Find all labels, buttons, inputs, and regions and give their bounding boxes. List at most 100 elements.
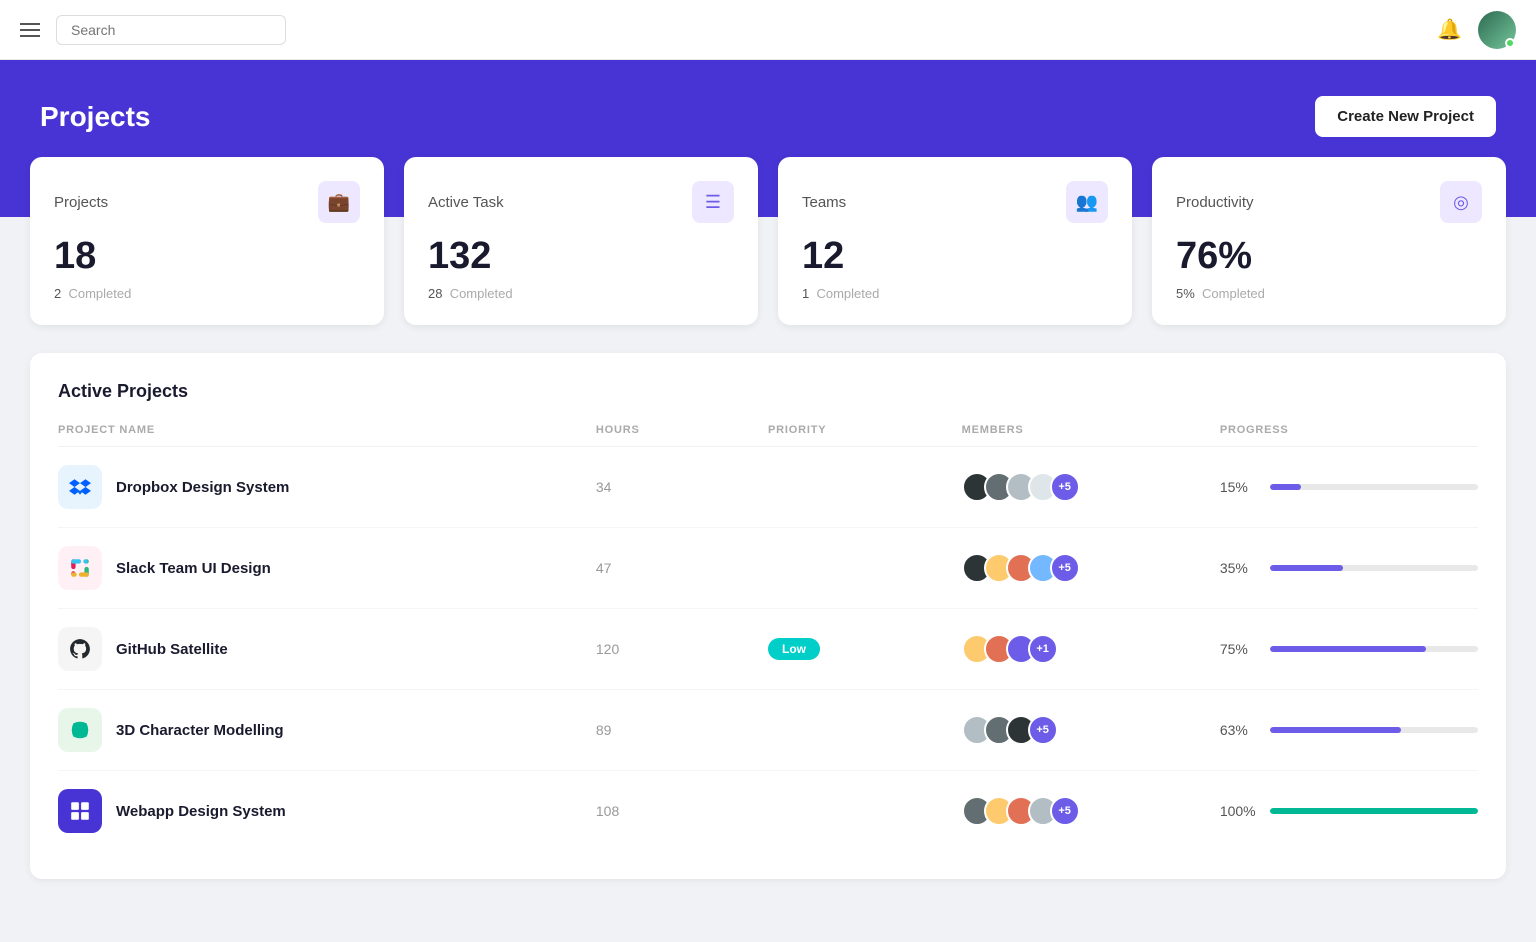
project-name: 3D Character Modelling	[116, 722, 284, 739]
stat-header: Teams 👥	[802, 181, 1108, 223]
table-row[interactable]: Slack Team UI Design 47 +5 35%	[58, 528, 1478, 609]
hours-cell: 34	[596, 479, 768, 495]
member-count-badge: +5	[1028, 715, 1058, 745]
stat-sub: 5% Completed	[1176, 286, 1482, 301]
stat-sub: 1 Completed	[802, 286, 1108, 301]
avatar[interactable]	[1478, 11, 1516, 49]
stats-section: Projects 💼 18 2 Completed Active Task ☰ …	[0, 157, 1536, 325]
stat-title: Productivity	[1176, 194, 1254, 211]
progress-bar-background	[1270, 727, 1478, 733]
project-icon-slack	[58, 546, 102, 590]
stat-icon-teams: 👥	[1066, 181, 1108, 223]
progress-cell: 35%	[1220, 560, 1478, 576]
search-input[interactable]	[56, 15, 286, 45]
table-row[interactable]: Dropbox Design System 34 +5 15%	[58, 447, 1478, 528]
progress-cell: 75%	[1220, 641, 1478, 657]
project-name: GitHub Satellite	[116, 641, 228, 658]
progress-bar-fill	[1270, 565, 1343, 571]
col-priority: PRIORITY	[768, 424, 962, 436]
col-members: MEMBERS	[962, 424, 1220, 436]
hours-cell: 89	[596, 722, 768, 738]
progress-bar-fill	[1270, 808, 1478, 814]
project-name: Dropbox Design System	[116, 479, 289, 496]
member-count-badge: +5	[1050, 472, 1080, 502]
progress-cell: 15%	[1220, 479, 1478, 495]
notification-bell-icon[interactable]: 🔔	[1437, 17, 1462, 42]
stat-sub: 28 Completed	[428, 286, 734, 301]
progress-cell: 63%	[1220, 722, 1478, 738]
progress-bar-fill	[1270, 484, 1301, 490]
active-projects-section: Active Projects PROJECT NAME HOURS PRIOR…	[30, 353, 1506, 879]
progress-percent: 75%	[1220, 641, 1258, 657]
nav-right: 🔔	[1437, 11, 1516, 49]
stat-header: Productivity ◎	[1176, 181, 1482, 223]
progress-cell: 100%	[1220, 803, 1478, 819]
project-name: Webapp Design System	[116, 803, 286, 820]
project-name-cell: Webapp Design System	[58, 789, 596, 833]
stat-card-projects: Projects 💼 18 2 Completed	[30, 157, 384, 325]
member-count-badge: +5	[1050, 796, 1080, 826]
member-avatars: +5	[962, 553, 1080, 583]
members-cell: +5	[962, 796, 1220, 826]
members-cell: +1	[962, 634, 1220, 664]
progress-percent: 63%	[1220, 722, 1258, 738]
members-cell: +5	[962, 553, 1220, 583]
project-icon-dropbox	[58, 465, 102, 509]
stat-value: 132	[428, 235, 734, 278]
stat-card-productivity: Productivity ◎ 76% 5% Completed	[1152, 157, 1506, 325]
table-row[interactable]: GitHub Satellite 120 Low +1 75%	[58, 609, 1478, 690]
active-projects-title: Active Projects	[58, 381, 1478, 402]
table-row[interactable]: 3D Character Modelling 89 +5 63%	[58, 690, 1478, 771]
page-title: Projects	[40, 101, 151, 133]
priority-cell: Low	[768, 638, 962, 660]
stat-title: Teams	[802, 194, 846, 211]
progress-bar-background	[1270, 484, 1478, 490]
top-navigation: 🔔	[0, 0, 1536, 60]
hamburger-menu[interactable]	[20, 23, 40, 37]
hours-cell: 47	[596, 560, 768, 576]
progress-bar-fill	[1270, 646, 1426, 652]
project-name-cell: 3D Character Modelling	[58, 708, 596, 752]
stat-header: Active Task ☰	[428, 181, 734, 223]
online-status-dot	[1505, 38, 1515, 48]
progress-percent: 100%	[1220, 803, 1258, 819]
stat-icon-projects: 💼	[318, 181, 360, 223]
project-name-cell: GitHub Satellite	[58, 627, 596, 671]
create-new-project-button[interactable]: Create New Project	[1315, 96, 1496, 137]
stat-value: 12	[802, 235, 1108, 278]
table-row[interactable]: Webapp Design System 108 +5 100%	[58, 771, 1478, 851]
stat-sub: 2 Completed	[54, 286, 360, 301]
members-cell: +5	[962, 715, 1220, 745]
stat-title: Active Task	[428, 194, 504, 211]
progress-percent: 35%	[1220, 560, 1258, 576]
project-icon-webapp	[58, 789, 102, 833]
stat-card-active-task: Active Task ☰ 132 28 Completed	[404, 157, 758, 325]
progress-bar-background	[1270, 646, 1478, 652]
stat-card-teams: Teams 👥 12 1 Completed	[778, 157, 1132, 325]
stat-icon-productivity: ◎	[1440, 181, 1482, 223]
priority-badge: Low	[768, 638, 820, 660]
table-body: Dropbox Design System 34 +5 15% Slack Te…	[58, 447, 1478, 851]
member-count-badge: +1	[1028, 634, 1058, 664]
hours-cell: 108	[596, 803, 768, 819]
stat-header: Projects 💼	[54, 181, 360, 223]
progress-bar-background	[1270, 808, 1478, 814]
member-avatars: +1	[962, 634, 1058, 664]
project-icon-github	[58, 627, 102, 671]
members-cell: +5	[962, 472, 1220, 502]
progress-bar-background	[1270, 565, 1478, 571]
col-progress: PROGRESS	[1220, 424, 1478, 436]
project-name-cell: Slack Team UI Design	[58, 546, 596, 590]
progress-bar-fill	[1270, 727, 1401, 733]
table-header: PROJECT NAME HOURS PRIORITY MEMBERS PROG…	[58, 424, 1478, 447]
project-icon-3d-character	[58, 708, 102, 752]
col-project-name: PROJECT NAME	[58, 424, 596, 436]
member-avatars: +5	[962, 796, 1080, 826]
stat-icon-active-task: ☰	[692, 181, 734, 223]
progress-percent: 15%	[1220, 479, 1258, 495]
project-name: Slack Team UI Design	[116, 560, 271, 577]
member-avatars: +5	[962, 472, 1080, 502]
member-avatars: +5	[962, 715, 1058, 745]
stat-value: 76%	[1176, 235, 1482, 278]
stat-title: Projects	[54, 194, 108, 211]
